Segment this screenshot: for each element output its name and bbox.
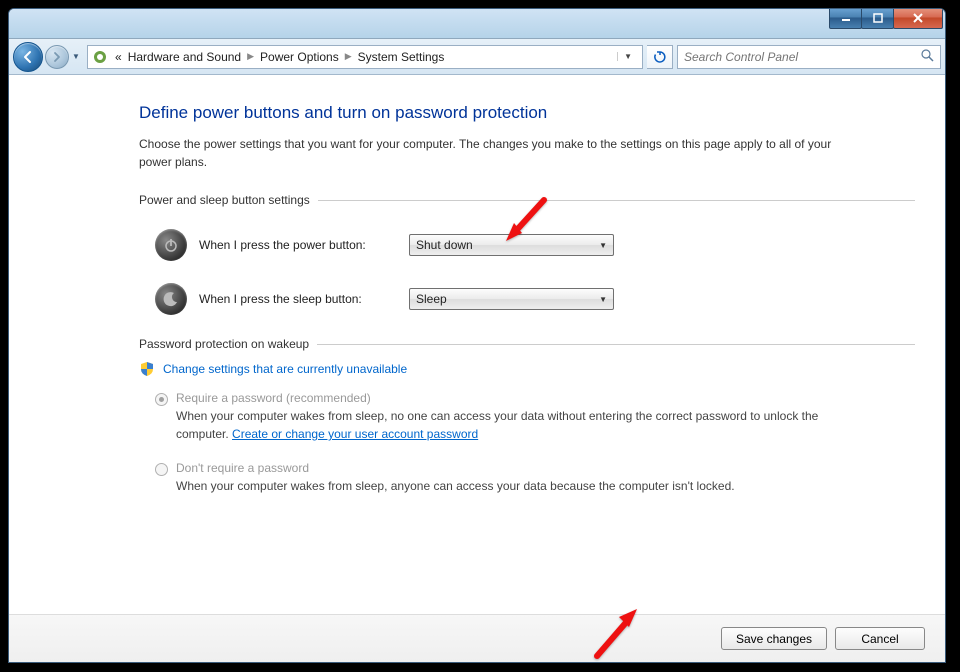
address-dropdown[interactable]: ▼: [617, 52, 638, 61]
nav-history-dropdown[interactable]: ▼: [69, 47, 83, 67]
sleep-button-label: When I press the sleep button:: [199, 292, 409, 306]
content-area: Define power buttons and turn on passwor…: [9, 75, 945, 614]
dont-require-password-desc: When your computer wakes from sleep, any…: [176, 477, 866, 495]
window: ▼ « Hardware and Sound ▶ Power Options ▶…: [8, 8, 946, 663]
footer: Save changes Cancel: [9, 614, 945, 662]
search-box[interactable]: [677, 45, 941, 69]
back-button[interactable]: [13, 42, 43, 72]
minimize-button[interactable]: [829, 8, 862, 29]
require-password-radio: [155, 393, 168, 406]
forward-button[interactable]: [45, 45, 69, 69]
control-panel-icon: [92, 49, 108, 65]
power-icon: [155, 229, 187, 261]
dont-require-password-radio: [155, 463, 168, 476]
chevron-down-icon: ▼: [599, 295, 607, 304]
search-input[interactable]: [684, 50, 921, 64]
sleep-button-row: When I press the sleep button: Sleep ▼: [139, 283, 915, 315]
cancel-button[interactable]: Cancel: [835, 627, 925, 650]
maximize-button[interactable]: [861, 8, 894, 29]
sleep-button-dropdown[interactable]: Sleep ▼: [409, 288, 614, 310]
group-power-sleep-label: Power and sleep button settings: [139, 193, 915, 207]
address-bar[interactable]: « Hardware and Sound ▶ Power Options ▶ S…: [87, 45, 643, 69]
power-button-row: When I press the power button: Shut down…: [139, 229, 915, 261]
navbar: ▼ « Hardware and Sound ▶ Power Options ▶…: [9, 39, 945, 75]
require-password-desc: When your computer wakes from sleep, no …: [176, 407, 866, 443]
breadcrumb-item-hardware[interactable]: Hardware and Sound: [125, 50, 244, 64]
dont-require-password-label: Don't require a password: [176, 461, 866, 475]
breadcrumb-separator[interactable]: ▶: [342, 51, 355, 62]
page-description: Choose the power settings that you want …: [139, 135, 859, 171]
refresh-button[interactable]: [647, 45, 673, 69]
power-button-label: When I press the power button:: [199, 238, 409, 252]
change-settings-link[interactable]: Change settings that are currently unava…: [163, 362, 407, 376]
group-password-label: Password protection on wakeup: [139, 337, 915, 351]
require-password-label: Require a password (recommended): [176, 391, 866, 405]
create-password-link[interactable]: Create or change your user account passw…: [232, 427, 478, 441]
power-button-dropdown[interactable]: Shut down ▼: [409, 234, 614, 256]
breadcrumb-item-system[interactable]: System Settings: [355, 50, 448, 64]
breadcrumb: « Hardware and Sound ▶ Power Options ▶ S…: [112, 50, 617, 64]
titlebar: [9, 9, 945, 39]
breadcrumb-item-power[interactable]: Power Options: [257, 50, 342, 64]
shield-icon: [139, 361, 155, 377]
page-title: Define power buttons and turn on passwor…: [139, 103, 915, 123]
breadcrumb-back-chevrons[interactable]: «: [112, 50, 125, 64]
breadcrumb-separator[interactable]: ▶: [244, 51, 257, 62]
sleep-icon: [155, 283, 187, 315]
save-changes-button[interactable]: Save changes: [721, 627, 827, 650]
search-icon: [921, 49, 934, 65]
chevron-down-icon: ▼: [599, 241, 607, 250]
close-button[interactable]: [893, 8, 943, 29]
